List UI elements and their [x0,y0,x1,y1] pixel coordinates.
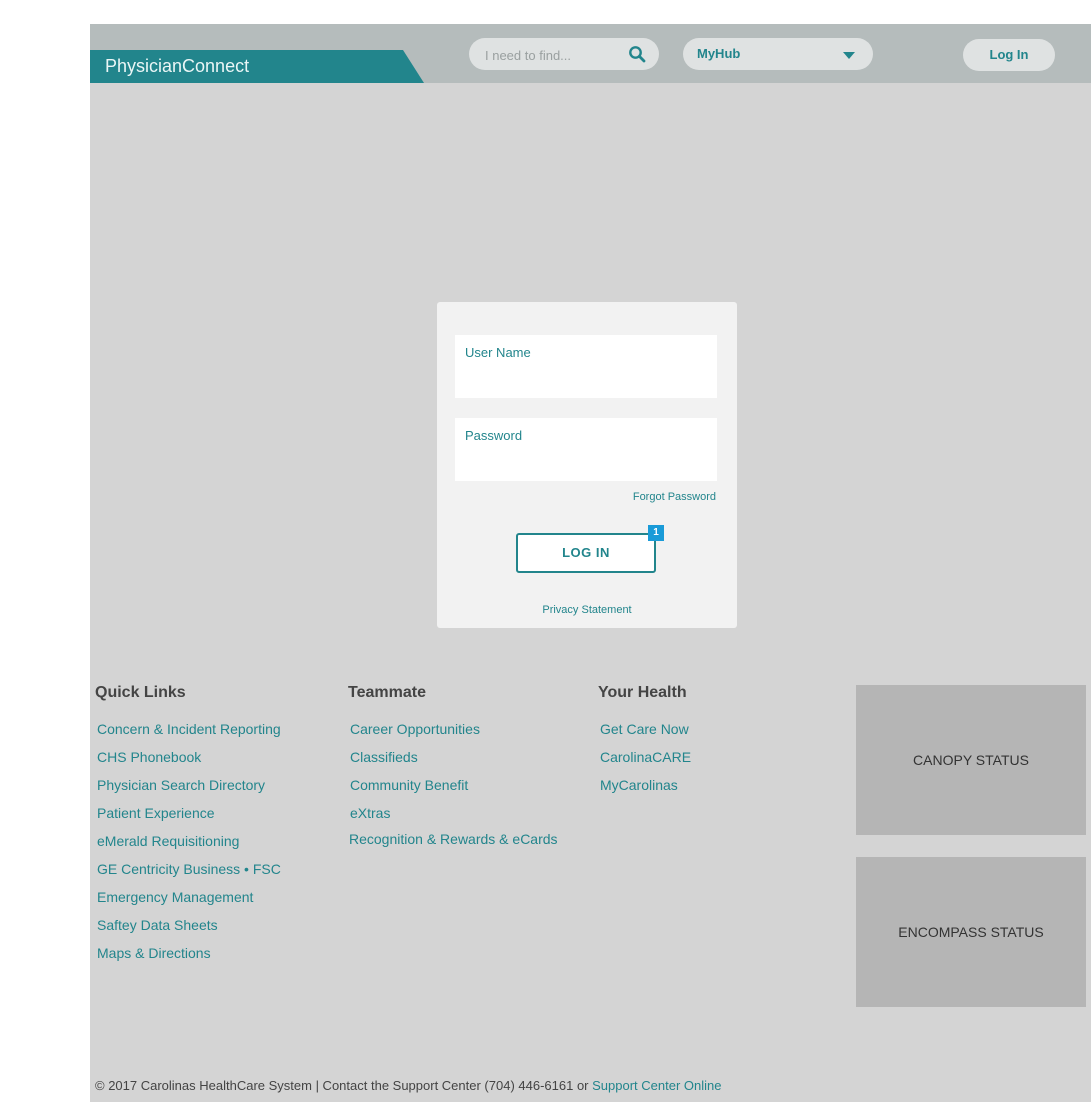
teammate-link[interactable]: Classifieds [350,749,418,765]
canopy-status-panel[interactable]: CANOPY STATUS [856,685,1086,835]
quick-link[interactable]: Physician Search Directory [97,777,265,793]
login-card: User Name Password Forgot Password LOG I… [437,302,737,628]
myhub-label: MyHub [697,46,741,61]
quick-link[interactable]: Maps & Directions [97,945,211,961]
password-input[interactable] [465,450,709,474]
teammate-link[interactable]: Career Opportunities [350,721,480,737]
quick-links-section: Quick Links Concern & Incident Reporting… [95,684,281,961]
your-health-section: Your Health Get Care Now CarolinaCARE My… [598,684,691,793]
username-label: User Name [465,345,531,360]
health-link[interactable]: Get Care Now [600,721,689,737]
page: PhysicianConnect MyHub Log In User Name … [90,24,1091,1102]
login-submit-button[interactable]: LOG IN [516,533,656,573]
search-input[interactable] [483,45,627,65]
teammate-link[interactable]: eXtras [350,805,390,821]
brand-banner[interactable]: PhysicianConnect [90,50,424,83]
your-health-heading: Your Health [598,684,687,701]
encompass-status-panel[interactable]: ENCOMPASS STATUS [856,857,1086,1007]
quick-link[interactable]: CHS Phonebook [97,749,201,765]
username-input[interactable] [465,367,709,391]
chevron-down-icon [843,52,855,59]
notification-badge: 1 [648,525,664,541]
footer: © 2017 Carolinas HealthCare System | Con… [95,1078,721,1093]
footer-text: © 2017 Carolinas HealthCare System | Con… [95,1078,593,1093]
health-link[interactable]: MyCarolinas [600,777,678,793]
search-icon[interactable] [628,45,646,63]
teammate-section: Teammate Career Opportunities Classified… [348,684,558,847]
username-field[interactable]: User Name [455,335,717,398]
privacy-statement-link[interactable]: Privacy Statement [437,604,737,616]
header: PhysicianConnect MyHub Log In [90,24,1091,83]
search-box[interactable] [469,38,659,70]
brand-logo[interactable]: PhysicianConnect [105,56,249,77]
quick-link[interactable]: Concern & Incident Reporting [97,721,281,737]
quick-link[interactable]: eMerald Requisitioning [97,833,239,849]
password-label: Password [465,428,523,443]
teammate-heading: Teammate [348,684,426,701]
quick-link[interactable]: Saftey Data Sheets [97,917,218,933]
quick-link[interactable]: Patient Experience [97,805,215,821]
quick-link[interactable]: GE Centricity Business • FSC [97,861,281,877]
quick-links-heading: Quick Links [95,684,186,701]
forgot-password-link[interactable]: Forgot Password [633,491,716,503]
teammate-link[interactable]: Recognition & Rewards & eCards [349,831,558,847]
health-link[interactable]: CarolinaCARE [600,749,691,765]
header-login-button[interactable]: Log In [963,39,1055,71]
quick-link[interactable]: Emergency Management [97,889,253,905]
teammate-link[interactable]: Community Benefit [350,777,468,793]
myhub-dropdown[interactable]: MyHub [683,38,873,70]
support-center-link[interactable]: Support Center Online [592,1078,721,1093]
password-field[interactable]: Password [455,418,717,481]
